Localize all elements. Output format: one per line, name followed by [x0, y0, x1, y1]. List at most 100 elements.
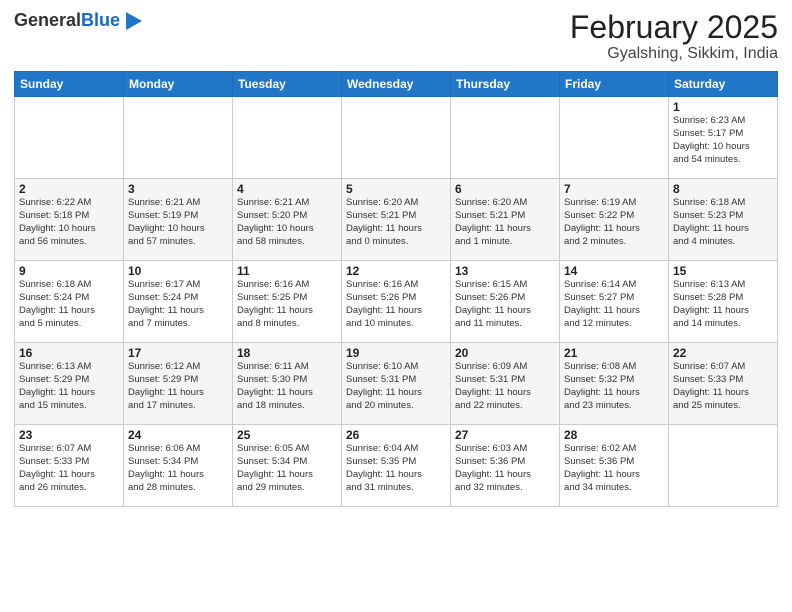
day-number: 8: [673, 182, 773, 196]
day-number: 20: [455, 346, 555, 360]
calendar-cell: 15Sunrise: 6:13 AM Sunset: 5:28 PM Dayli…: [669, 261, 778, 343]
calendar-cell: 6Sunrise: 6:20 AM Sunset: 5:21 PM Daylig…: [451, 179, 560, 261]
day-number: 25: [237, 428, 337, 442]
weekday-header: Tuesday: [233, 72, 342, 97]
day-info: Sunrise: 6:09 AM Sunset: 5:31 PM Dayligh…: [455, 361, 555, 412]
day-info: Sunrise: 6:14 AM Sunset: 5:27 PM Dayligh…: [564, 279, 664, 330]
calendar-cell: 1Sunrise: 6:23 AM Sunset: 5:17 PM Daylig…: [669, 97, 778, 179]
day-number: 23: [19, 428, 119, 442]
day-number: 11: [237, 264, 337, 278]
day-info: Sunrise: 6:11 AM Sunset: 5:30 PM Dayligh…: [237, 361, 337, 412]
day-number: 14: [564, 264, 664, 278]
day-number: 17: [128, 346, 228, 360]
calendar-cell: 18Sunrise: 6:11 AM Sunset: 5:30 PM Dayli…: [233, 343, 342, 425]
calendar-cell: 5Sunrise: 6:20 AM Sunset: 5:21 PM Daylig…: [342, 179, 451, 261]
day-number: 18: [237, 346, 337, 360]
day-number: 4: [237, 182, 337, 196]
calendar-cell: 21Sunrise: 6:08 AM Sunset: 5:32 PM Dayli…: [560, 343, 669, 425]
calendar-cell: 26Sunrise: 6:04 AM Sunset: 5:35 PM Dayli…: [342, 425, 451, 507]
calendar-cell: 19Sunrise: 6:10 AM Sunset: 5:31 PM Dayli…: [342, 343, 451, 425]
calendar-cell: [669, 425, 778, 507]
calendar-cell: 10Sunrise: 6:17 AM Sunset: 5:24 PM Dayli…: [124, 261, 233, 343]
calendar-cell: 11Sunrise: 6:16 AM Sunset: 5:25 PM Dayli…: [233, 261, 342, 343]
day-info: Sunrise: 6:22 AM Sunset: 5:18 PM Dayligh…: [19, 197, 119, 248]
calendar-cell: 27Sunrise: 6:03 AM Sunset: 5:36 PM Dayli…: [451, 425, 560, 507]
calendar-cell: 28Sunrise: 6:02 AM Sunset: 5:36 PM Dayli…: [560, 425, 669, 507]
calendar-week-row: 1Sunrise: 6:23 AM Sunset: 5:17 PM Daylig…: [15, 97, 778, 179]
day-info: Sunrise: 6:08 AM Sunset: 5:32 PM Dayligh…: [564, 361, 664, 412]
page-header: GeneralBlue February 2025 Gyalshing, Sik…: [14, 10, 778, 63]
location-title: Gyalshing, Sikkim, India: [570, 45, 778, 63]
calendar-cell: 9Sunrise: 6:18 AM Sunset: 5:24 PM Daylig…: [15, 261, 124, 343]
day-info: Sunrise: 6:17 AM Sunset: 5:24 PM Dayligh…: [128, 279, 228, 330]
day-info: Sunrise: 6:18 AM Sunset: 5:23 PM Dayligh…: [673, 197, 773, 248]
calendar-cell: 7Sunrise: 6:19 AM Sunset: 5:22 PM Daylig…: [560, 179, 669, 261]
day-number: 24: [128, 428, 228, 442]
day-number: 3: [128, 182, 228, 196]
calendar-week-row: 2Sunrise: 6:22 AM Sunset: 5:18 PM Daylig…: [15, 179, 778, 261]
day-info: Sunrise: 6:03 AM Sunset: 5:36 PM Dayligh…: [455, 443, 555, 494]
calendar-table: SundayMondayTuesdayWednesdayThursdayFrid…: [14, 71, 778, 507]
calendar-cell: 12Sunrise: 6:16 AM Sunset: 5:26 PM Dayli…: [342, 261, 451, 343]
day-number: 1: [673, 100, 773, 114]
calendar-cell: 3Sunrise: 6:21 AM Sunset: 5:19 PM Daylig…: [124, 179, 233, 261]
day-info: Sunrise: 6:10 AM Sunset: 5:31 PM Dayligh…: [346, 361, 446, 412]
calendar-cell: [124, 97, 233, 179]
calendar-cell: [560, 97, 669, 179]
day-info: Sunrise: 6:23 AM Sunset: 5:17 PM Dayligh…: [673, 115, 773, 166]
calendar-week-row: 9Sunrise: 6:18 AM Sunset: 5:24 PM Daylig…: [15, 261, 778, 343]
logo-general: General: [14, 10, 81, 30]
day-number: 2: [19, 182, 119, 196]
calendar-cell: 17Sunrise: 6:12 AM Sunset: 5:29 PM Dayli…: [124, 343, 233, 425]
calendar-cell: 2Sunrise: 6:22 AM Sunset: 5:18 PM Daylig…: [15, 179, 124, 261]
day-number: 15: [673, 264, 773, 278]
day-info: Sunrise: 6:13 AM Sunset: 5:28 PM Dayligh…: [673, 279, 773, 330]
day-info: Sunrise: 6:18 AM Sunset: 5:24 PM Dayligh…: [19, 279, 119, 330]
logo-blue-text: Blue: [81, 10, 120, 30]
day-number: 19: [346, 346, 446, 360]
day-info: Sunrise: 6:04 AM Sunset: 5:35 PM Dayligh…: [346, 443, 446, 494]
calendar-cell: 8Sunrise: 6:18 AM Sunset: 5:23 PM Daylig…: [669, 179, 778, 261]
calendar-week-row: 23Sunrise: 6:07 AM Sunset: 5:33 PM Dayli…: [15, 425, 778, 507]
day-info: Sunrise: 6:13 AM Sunset: 5:29 PM Dayligh…: [19, 361, 119, 412]
weekday-header: Monday: [124, 72, 233, 97]
calendar-cell: [451, 97, 560, 179]
calendar-cell: 14Sunrise: 6:14 AM Sunset: 5:27 PM Dayli…: [560, 261, 669, 343]
day-info: Sunrise: 6:07 AM Sunset: 5:33 PM Dayligh…: [673, 361, 773, 412]
day-number: 26: [346, 428, 446, 442]
calendar-cell: 16Sunrise: 6:13 AM Sunset: 5:29 PM Dayli…: [15, 343, 124, 425]
day-info: Sunrise: 6:16 AM Sunset: 5:26 PM Dayligh…: [346, 279, 446, 330]
day-info: Sunrise: 6:02 AM Sunset: 5:36 PM Dayligh…: [564, 443, 664, 494]
calendar-header-row: SundayMondayTuesdayWednesdayThursdayFrid…: [15, 72, 778, 97]
day-info: Sunrise: 6:21 AM Sunset: 5:20 PM Dayligh…: [237, 197, 337, 248]
day-number: 12: [346, 264, 446, 278]
day-number: 10: [128, 264, 228, 278]
calendar-cell: 20Sunrise: 6:09 AM Sunset: 5:31 PM Dayli…: [451, 343, 560, 425]
calendar-cell: 23Sunrise: 6:07 AM Sunset: 5:33 PM Dayli…: [15, 425, 124, 507]
day-info: Sunrise: 6:12 AM Sunset: 5:29 PM Dayligh…: [128, 361, 228, 412]
month-title: February 2025: [570, 10, 778, 45]
day-info: Sunrise: 6:05 AM Sunset: 5:34 PM Dayligh…: [237, 443, 337, 494]
day-info: Sunrise: 6:20 AM Sunset: 5:21 PM Dayligh…: [346, 197, 446, 248]
day-number: 7: [564, 182, 664, 196]
weekday-header: Sunday: [15, 72, 124, 97]
calendar-cell: 13Sunrise: 6:15 AM Sunset: 5:26 PM Dayli…: [451, 261, 560, 343]
day-number: 5: [346, 182, 446, 196]
logo-icon: [122, 10, 144, 32]
calendar-cell: [15, 97, 124, 179]
logo: GeneralBlue: [14, 10, 144, 32]
day-number: 16: [19, 346, 119, 360]
day-number: 13: [455, 264, 555, 278]
calendar-cell: 24Sunrise: 6:06 AM Sunset: 5:34 PM Dayli…: [124, 425, 233, 507]
weekday-header: Saturday: [669, 72, 778, 97]
page-container: GeneralBlue February 2025 Gyalshing, Sik…: [0, 0, 792, 515]
calendar-cell: 22Sunrise: 6:07 AM Sunset: 5:33 PM Dayli…: [669, 343, 778, 425]
day-number: 9: [19, 264, 119, 278]
calendar-cell: [233, 97, 342, 179]
day-info: Sunrise: 6:20 AM Sunset: 5:21 PM Dayligh…: [455, 197, 555, 248]
title-block: February 2025 Gyalshing, Sikkim, India: [570, 10, 778, 63]
day-number: 22: [673, 346, 773, 360]
day-number: 28: [564, 428, 664, 442]
calendar-cell: [342, 97, 451, 179]
day-info: Sunrise: 6:16 AM Sunset: 5:25 PM Dayligh…: [237, 279, 337, 330]
